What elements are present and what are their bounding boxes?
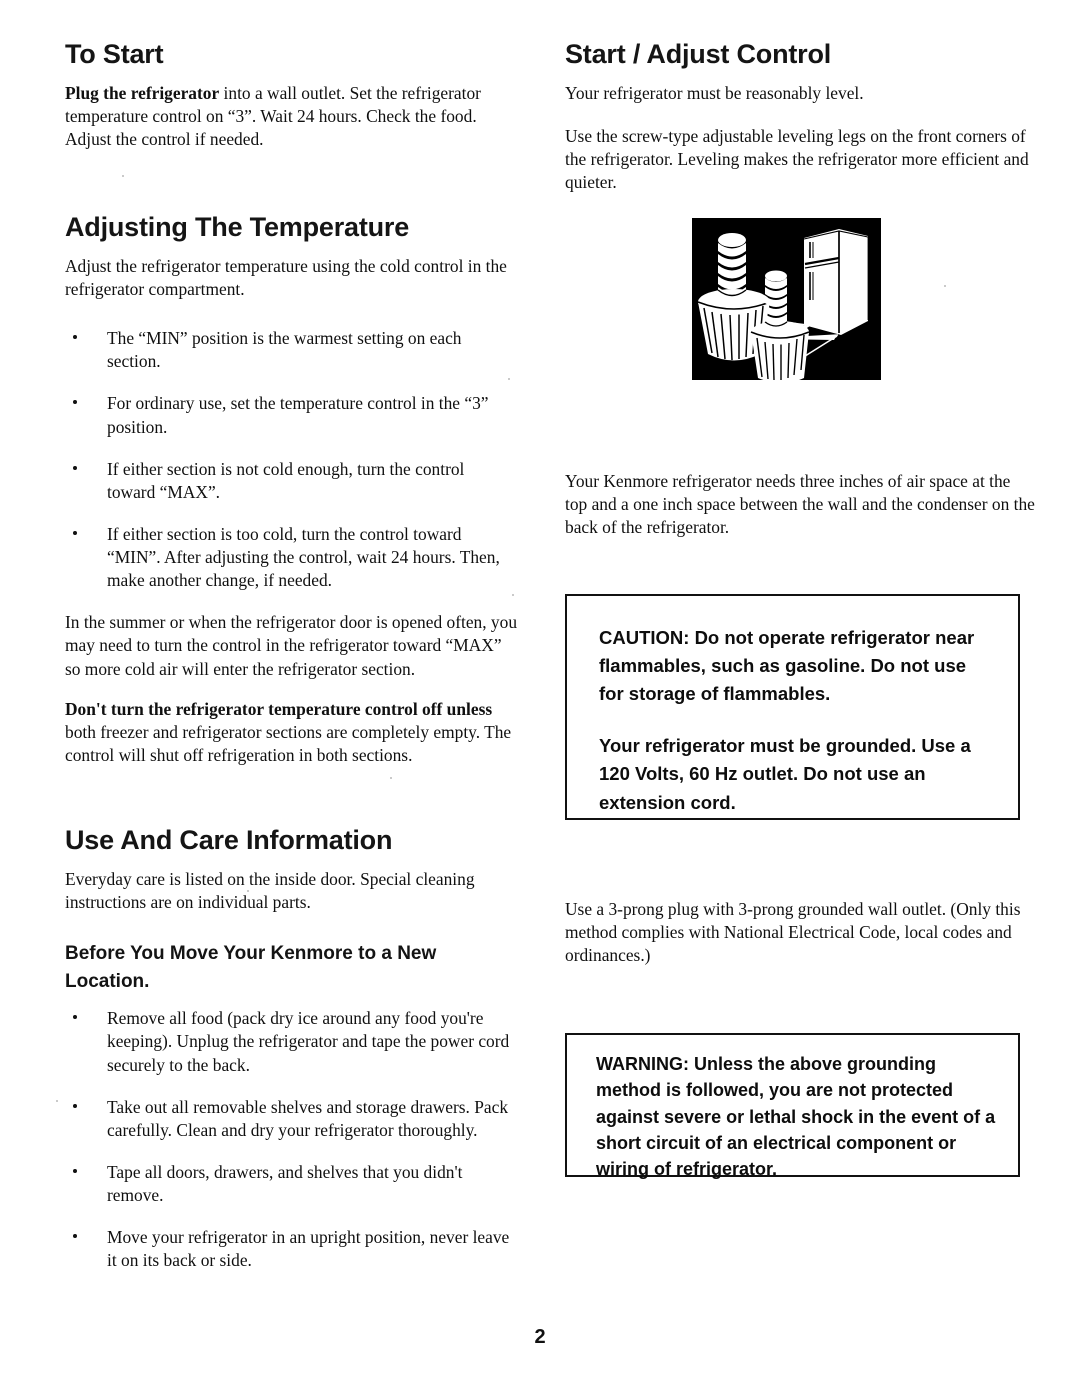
list-item-text: Move your refrigerator in an upright pos… bbox=[107, 1227, 510, 1271]
bullet-dot-icon bbox=[73, 530, 77, 535]
list-item: If either section is too cold, turn the … bbox=[65, 523, 517, 592]
paragraph-to-start: Plug the refrigerator into a wall outlet… bbox=[65, 82, 517, 151]
paragraph-to-start-lead: Plug the refrigerator bbox=[65, 82, 220, 103]
heading-to-start: To Start bbox=[65, 39, 164, 69]
warning-text: WARNING: Unless the above grounding meth… bbox=[596, 1054, 996, 1180]
bullet-dot-icon bbox=[73, 335, 77, 340]
paragraph-adjusting-intro: Adjust the refrigerator temperature usin… bbox=[65, 255, 507, 299]
list-item-text: Take out all removable shelves and stora… bbox=[107, 1096, 509, 1140]
bullet-dot-icon bbox=[73, 1015, 77, 1020]
list-item: For ordinary use, set the temperature co… bbox=[65, 392, 517, 438]
paragraph-three-prong-plug: Use a 3-prong plug with 3-prong grounded… bbox=[565, 899, 1021, 966]
subheading-before-you-move: Before You Move Your Kenmore to a New Lo… bbox=[65, 943, 437, 992]
heading-use-and-care-information: Use And Care Information bbox=[65, 825, 393, 856]
list-adjusting-temperature: The “MIN” position is the warmest settin… bbox=[65, 327, 517, 592]
paragraph-summer-usage: In the summer or when the refrigerator d… bbox=[65, 612, 518, 679]
bullet-dot-icon bbox=[73, 465, 77, 470]
list-item-text: For ordinary use, set the temperature co… bbox=[107, 393, 489, 437]
list-item: Tape all doors, drawers, and shelves tha… bbox=[65, 1161, 517, 1207]
scan-artifact bbox=[1022, 160, 1024, 162]
caution-text-grounding: Your refrigerator must be grounded. Use … bbox=[599, 735, 971, 813]
list-item: If either section is not cold enough, tu… bbox=[65, 458, 517, 504]
paragraph-level-requirement: Your refrigerator must be reasonably lev… bbox=[565, 82, 864, 103]
list-item: Move your refrigerator in an upright pos… bbox=[65, 1226, 517, 1272]
list-item-text: Remove all food (pack dry ice around any… bbox=[107, 1008, 510, 1075]
paragraph-air-space: Your Kenmore refrigerator needs three in… bbox=[565, 471, 1035, 538]
list-item-text: Tape all doors, drawers, and shelves tha… bbox=[107, 1161, 463, 1206]
list-item-text: If either section is not cold enough, tu… bbox=[107, 458, 465, 502]
paragraph-dont-turn-off-lead: Don't turn the refrigerator temperature … bbox=[65, 698, 493, 719]
bullet-dot-icon bbox=[73, 1103, 77, 1108]
bullet-dot-icon bbox=[73, 1234, 77, 1239]
caution-text-flammables: CAUTION: Do not operate refrigerator nea… bbox=[599, 627, 975, 705]
bullet-dot-icon bbox=[73, 400, 77, 405]
scan-artifact bbox=[247, 890, 249, 892]
scan-artifact bbox=[512, 594, 514, 596]
left-column: To Start Plug the refrigerator into a wa… bbox=[65, 39, 518, 1292]
page-number: 2 bbox=[534, 1326, 546, 1348]
warning-box: WARNING: Unless the above grounding meth… bbox=[565, 1033, 1020, 1179]
list-item-text: If either section is too cold, turn the … bbox=[107, 523, 500, 591]
heading-adjusting-the-temperature: Adjusting The Temperature bbox=[65, 212, 410, 243]
list-before-you-move: Remove all food (pack dry ice around any… bbox=[65, 1007, 517, 1272]
scan-artifact bbox=[508, 378, 510, 380]
scan-artifact bbox=[944, 285, 946, 287]
manual-page: To Start Plug the refrigerator into a wa… bbox=[0, 0, 1080, 1397]
list-item-text: The “MIN” position is the warmest settin… bbox=[107, 328, 462, 372]
right-column: Start / Adjust Control Your refrigerator… bbox=[565, 39, 1035, 211]
scan-artifact bbox=[56, 1100, 58, 1102]
list-item: Take out all removable shelves and stora… bbox=[65, 1096, 517, 1142]
scan-artifact bbox=[390, 777, 392, 779]
list-item: Remove all food (pack dry ice around any… bbox=[65, 1007, 517, 1076]
list-item: The “MIN” position is the warmest settin… bbox=[65, 327, 517, 373]
paragraph-dont-turn-off: Don't turn the refrigerator temperature … bbox=[65, 698, 517, 767]
paragraph-use-and-care-intro: Everyday care is listed on the inside do… bbox=[65, 868, 475, 913]
scan-artifact bbox=[122, 175, 124, 177]
bullet-dot-icon bbox=[73, 1168, 77, 1173]
paragraph-leveling-legs: Use the screw-type adjustable leveling l… bbox=[565, 125, 1029, 193]
caution-box: CAUTION: Do not operate refrigerator nea… bbox=[565, 594, 1020, 820]
heading-start-adjust-control: Start / Adjust Control bbox=[565, 39, 832, 69]
leveling-legs-illustration bbox=[692, 218, 881, 380]
paragraph-dont-turn-off-rest: both freezer and refrigerator sections a… bbox=[65, 721, 512, 766]
